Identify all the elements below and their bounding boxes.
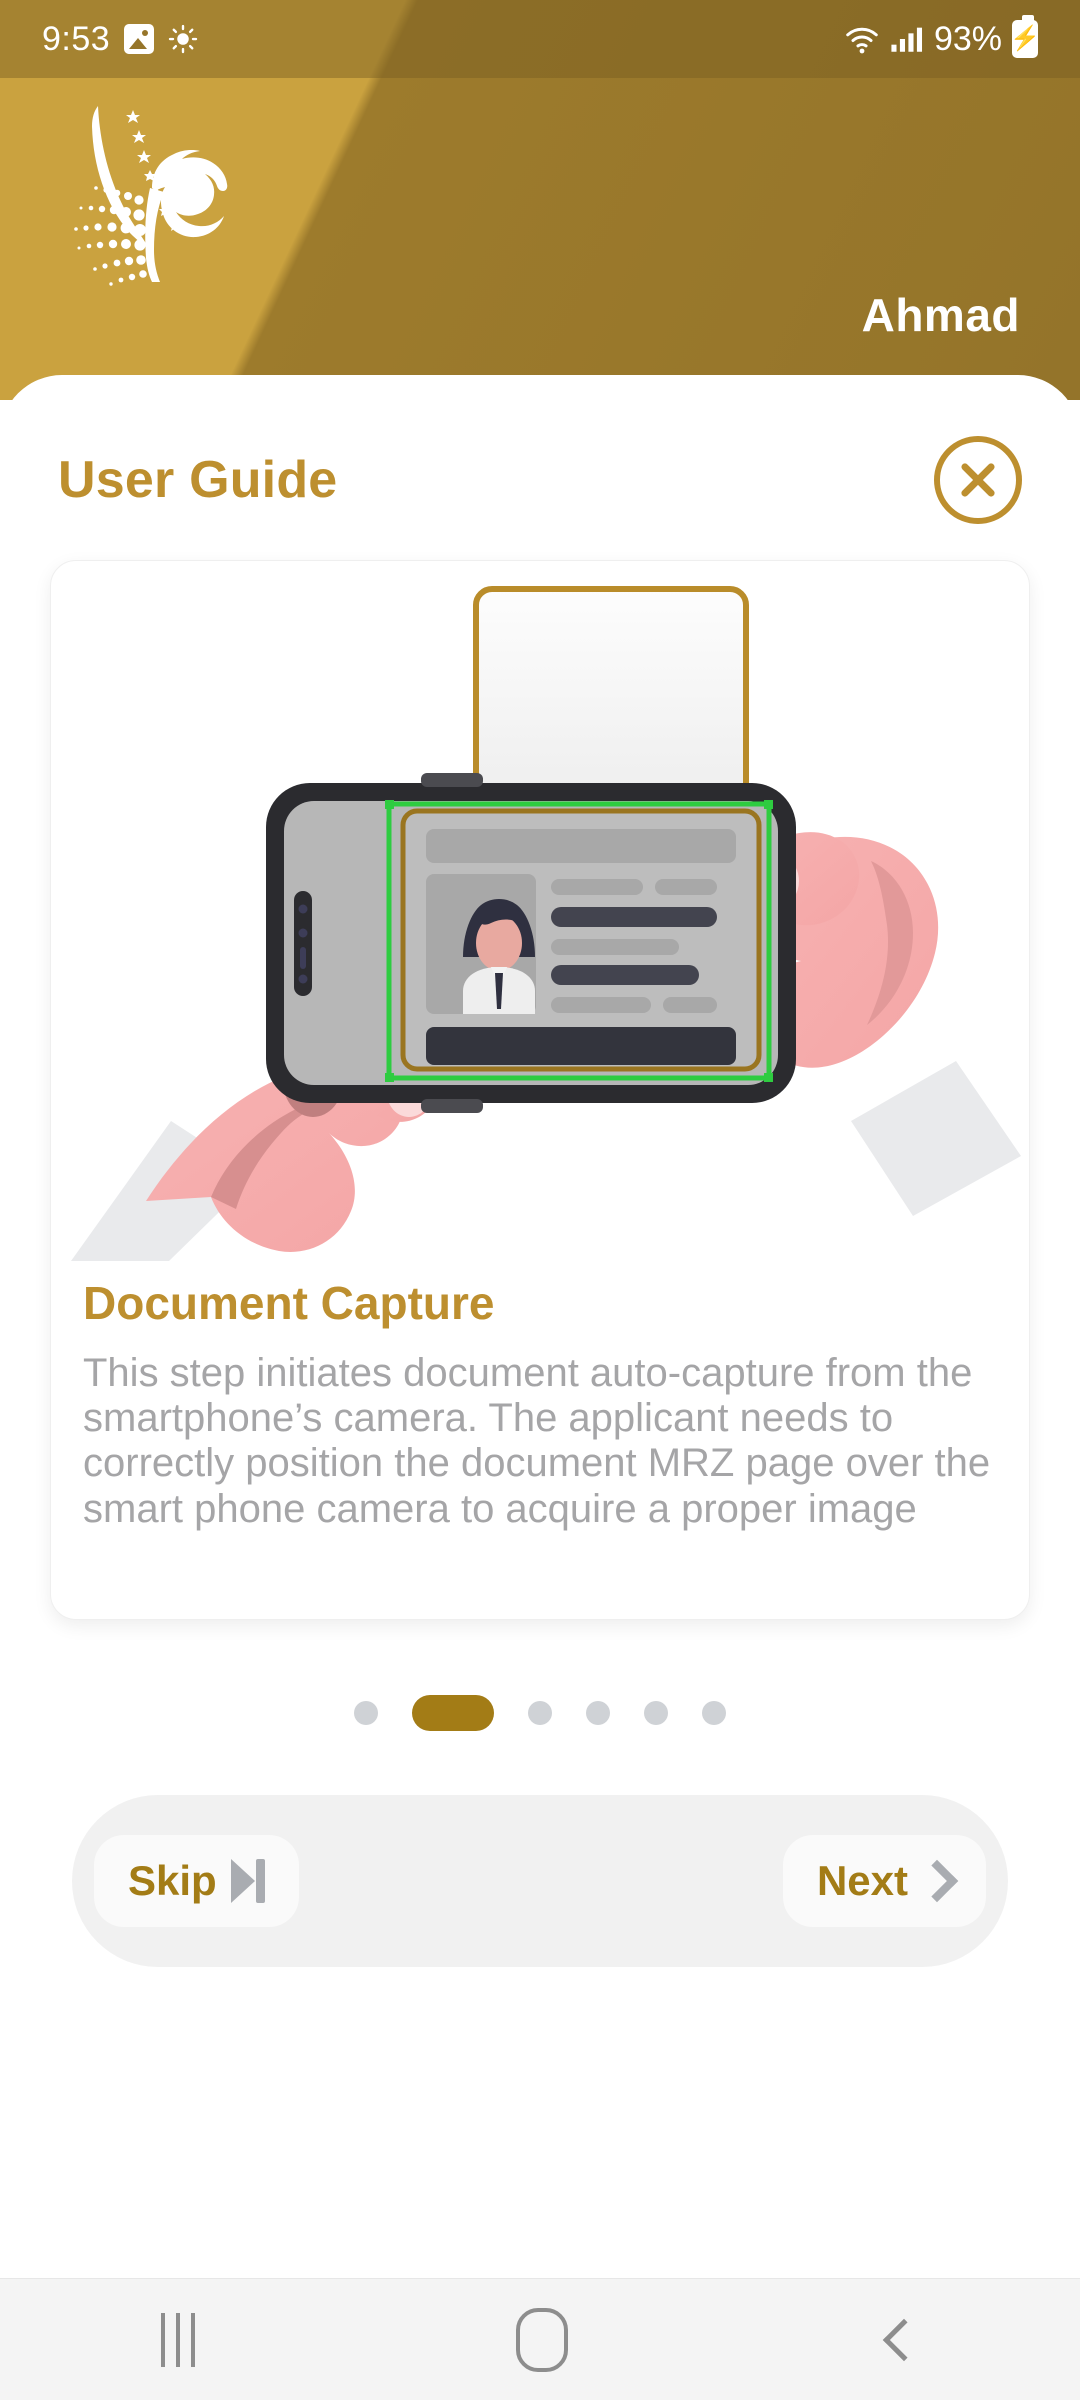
android-navigation-bar	[0, 2278, 1080, 2400]
recents-icon[interactable]	[160, 2312, 195, 2367]
chevron-right-icon	[915, 1859, 959, 1903]
close-icon	[957, 459, 999, 501]
app-screen: 9:53 93% ⚡ Ahmad User Guide Document Cap…	[0, 0, 1080, 2400]
pagination-dot-3[interactable]	[528, 1701, 552, 1725]
home-icon[interactable]	[515, 2307, 568, 2372]
pagination-dots	[0, 1695, 1080, 1731]
id-document-preview	[400, 808, 762, 1072]
content-sheet: User Guide Document Capture This step in…	[0, 375, 1080, 2300]
page-title: User Guide	[58, 451, 338, 509]
document-capture-illustration	[71, 586, 1021, 1261]
brightness-icon	[169, 24, 198, 54]
sheet-header: User Guide	[0, 430, 1080, 530]
pagination-dot-5[interactable]	[644, 1701, 668, 1725]
app-header: 9:53 93% ⚡ Ahmad	[0, 0, 1080, 400]
next-button[interactable]: Next	[782, 1835, 986, 1927]
back-icon[interactable]	[883, 2318, 926, 2361]
pagination-dot-6[interactable]	[702, 1701, 726, 1725]
card-description: This step initiates document auto-captur…	[83, 1351, 991, 1531]
gallery-icon	[124, 24, 155, 54]
pagination-dot-1[interactable]	[354, 1701, 378, 1725]
close-button[interactable]	[934, 436, 1022, 524]
card-title: Document Capture	[83, 1277, 495, 1329]
signal-icon	[891, 27, 922, 52]
skip-forward-icon	[230, 1859, 265, 1903]
status-bar-left: 9:53	[42, 20, 198, 59]
wifi-icon	[846, 27, 878, 54]
user-name: Ahmad	[861, 289, 1020, 341]
battery-percent: 93%	[933, 19, 1002, 58]
falcon-logo	[74, 106, 228, 286]
pagination-dot-2[interactable]	[412, 1695, 494, 1731]
portrait-photo	[463, 899, 535, 1014]
status-time: 9:53	[42, 19, 111, 58]
guide-nav-bar: Skip Next	[72, 1795, 1008, 1967]
guide-card: Document Capture This step initiates doc…	[50, 560, 1030, 1620]
skip-button-label: Skip	[128, 1857, 217, 1904]
status-bar-right: 93% ⚡	[844, 15, 1040, 59]
next-button-label: Next	[816, 1857, 908, 1904]
pagination-dot-4[interactable]	[586, 1701, 610, 1725]
status-bar: 9:53 93% ⚡	[0, 0, 1080, 78]
battery-charging-icon: ⚡	[1010, 15, 1040, 58]
skip-button[interactable]: Skip	[94, 1835, 299, 1927]
